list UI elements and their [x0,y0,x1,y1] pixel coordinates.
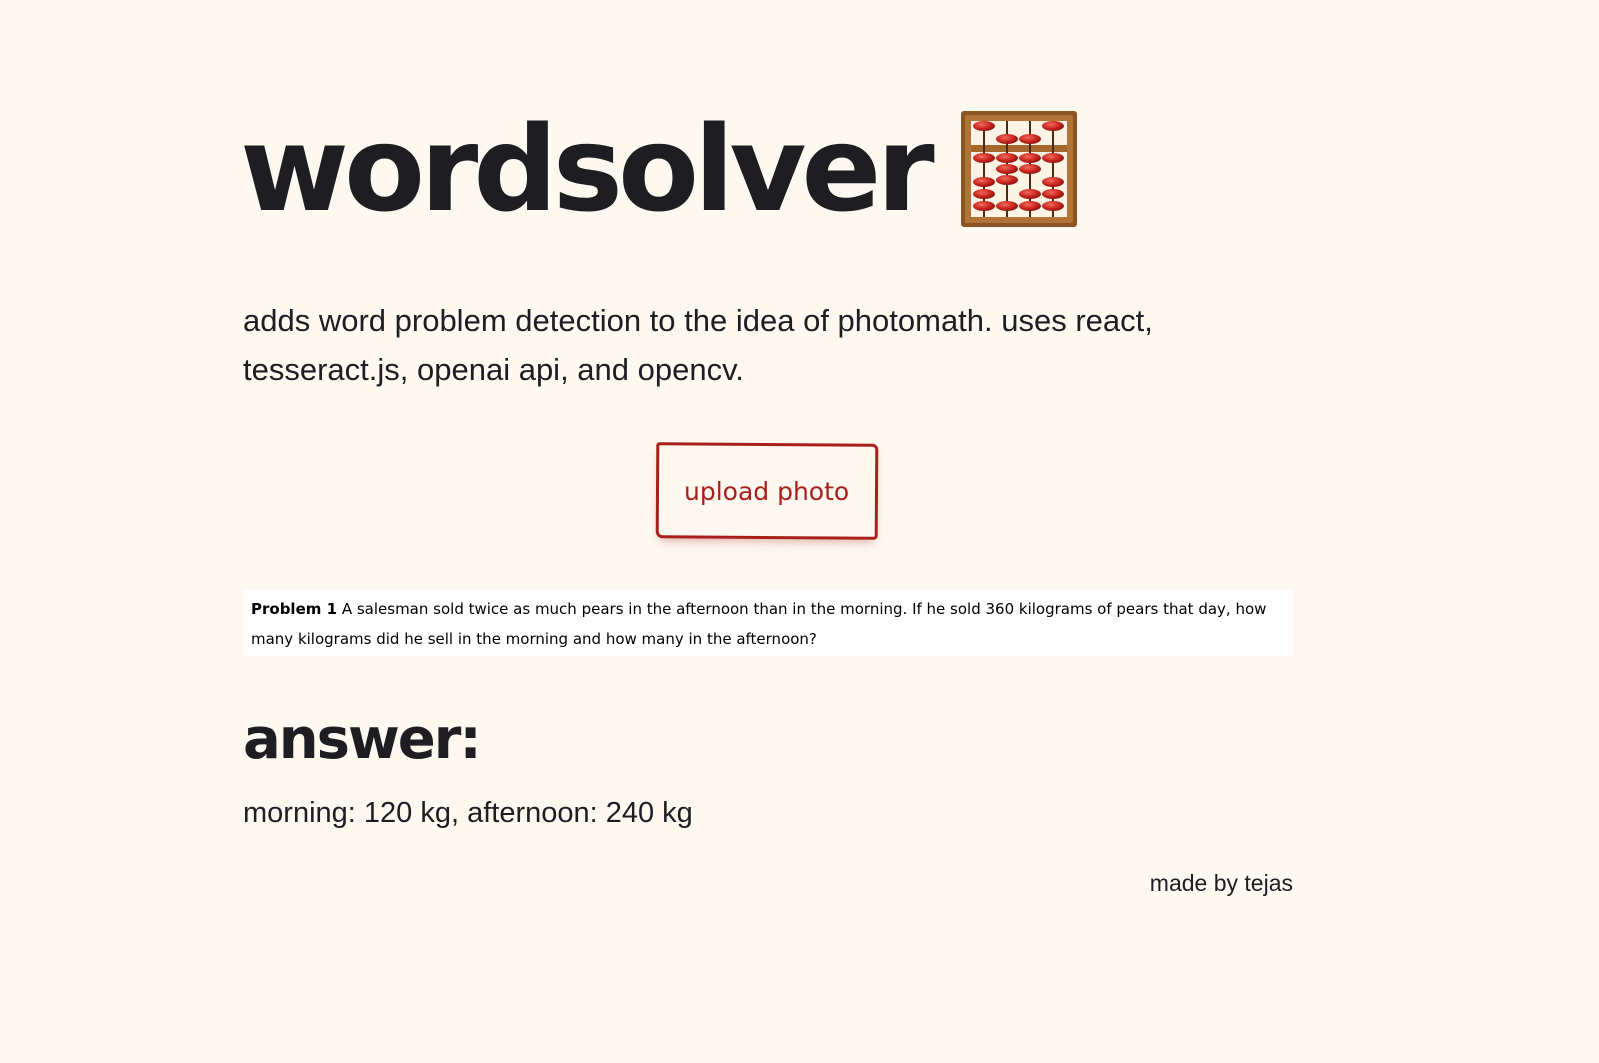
footer-credit: made by tejas [1149,870,1293,896]
uploaded-problem-image: Problem 1 A salesman sold twice as much … [243,590,1293,656]
title-row: wordsolver [240,110,1078,228]
app-title: wordsolver [240,100,935,238]
abacus-icon [960,111,1077,227]
app-description: adds word problem detection to the idea … [243,303,1153,387]
page: wordsolver adds word problem detection t… [0,0,1599,1063]
problem-text: A salesman sold twice as much pears in t… [251,600,1267,648]
answer-text: morning: 120 kg, afternoon: 240 kg [243,797,693,829]
upload-photo-button[interactable]: upload photo [655,442,879,540]
answer-heading: answer: [243,707,482,772]
problem-label: Problem 1 [251,600,338,618]
upload-photo-label: upload photo [684,476,850,506]
